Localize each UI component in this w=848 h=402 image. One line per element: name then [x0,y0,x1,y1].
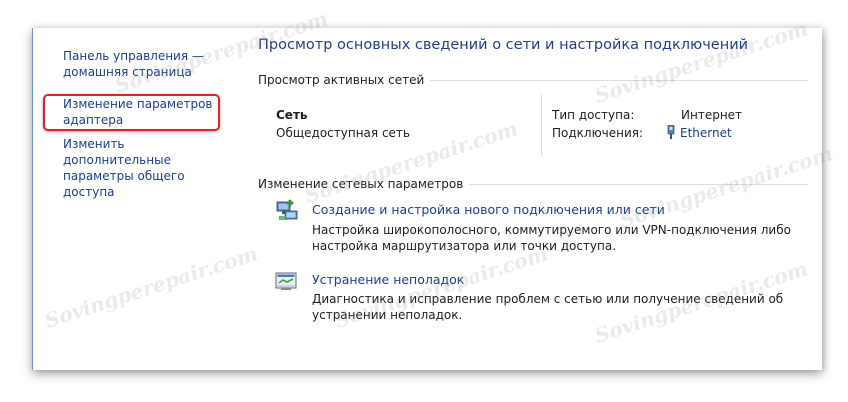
access-type-value: Интернет [681,108,743,122]
troubleshoot-link[interactable]: Устранение неполадок [312,272,464,287]
change-settings-header: Изменение сетевых параметров [258,176,808,192]
divider [430,79,808,81]
page-title: Просмотр основных сведений о сети и наст… [258,37,749,53]
access-type-label: Тип доступа: [552,108,635,122]
sidebar-item-adapter-settings[interactable]: Изменение параметров адаптера [63,96,233,128]
create-connection-description: Настройка широкополосного, коммутируемог… [312,223,791,253]
sidebar-item-label: адаптера [63,113,124,127]
create-connection-link[interactable]: Создание и настройка нового подключения … [312,202,665,217]
troubleshoot-icon [275,272,297,290]
new-connection-icon [276,199,298,220]
group-header-label: Просмотр активных сетей [258,73,425,87]
sidebar-item-sharing-settings[interactable]: Изменить дополнительные параметры общего… [63,136,233,200]
sidebar-item-label: Изменить дополнительные [63,137,171,167]
sidebar-item-label: Изменение параметров [63,97,213,111]
ethernet-link-label: Ethernet [680,126,732,140]
network-name: Сеть [276,108,308,122]
sidebar-item-control-panel-home[interactable]: Панель управления — домашняя страница [63,48,233,80]
sidebar-item-label: домашняя страница [63,65,192,79]
network-center-window: Панель управления — домашняя страница Из… [32,28,822,370]
sidebar-item-label: Панель управления — [63,49,204,63]
group-header-label: Изменение сетевых параметров [258,177,464,191]
main-panel: Просмотр основных сведений о сети и наст… [258,28,822,370]
troubleshoot-description: Диагностика и исправление проблем с сеть… [312,292,784,322]
divider [469,183,808,185]
ethernet-icon [667,124,675,139]
sidebar-item-label: параметры общего доступа [63,169,185,199]
ethernet-connection-link[interactable]: Ethernet [666,124,732,140]
divider [541,94,542,156]
network-type: Общедоступная сеть [276,126,410,140]
sidebar: Панель управления — домашняя страница Из… [33,28,229,370]
active-networks-header: Просмотр активных сетей [258,72,808,88]
connections-label: Подключения: [552,126,644,140]
